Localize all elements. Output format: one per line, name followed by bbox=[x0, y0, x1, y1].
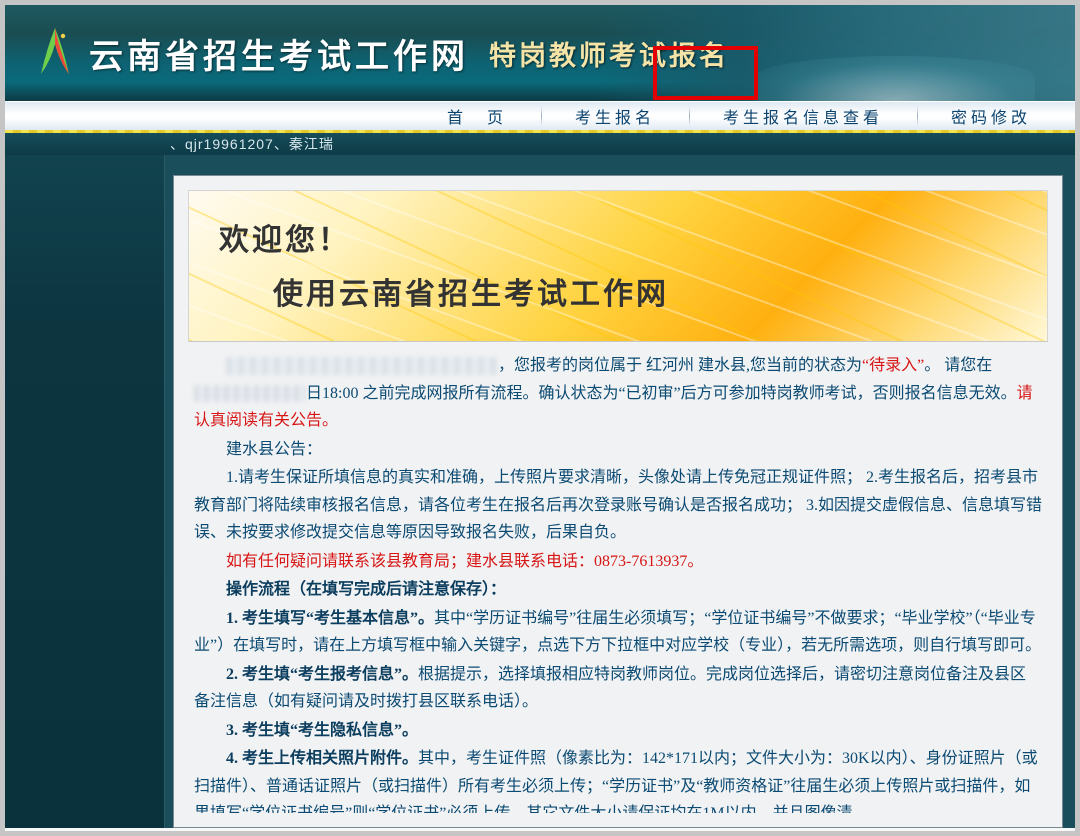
redacted-name bbox=[226, 357, 498, 375]
step-1: 1. 考生填写“考生基本信息”。其中“学历证书编号”往届生必须填写；“学位证书编… bbox=[194, 605, 1042, 660]
status-strip: 、qjr19961207、秦江瑞 bbox=[5, 131, 1075, 155]
step-3: 3. 考生填“考生隐私信息”。 bbox=[194, 717, 1042, 745]
contact-line: 如有任何疑问请联系该县教育局；建水县联系电话：0873-7613937。 bbox=[194, 548, 1042, 576]
logo-icon bbox=[35, 26, 75, 81]
nav-password[interactable]: 密码修改 bbox=[917, 102, 1065, 130]
notice-text: ，您报考的岗位属于 红河州 建水县,您当前的状态为“待录入”。 请您在日18:0… bbox=[188, 342, 1048, 813]
step-2: 2. 考生填“考生报考信息”。根据提示，选择填报相应特岗教师岗位。完成岗位选择后… bbox=[194, 661, 1042, 716]
notice-part2: 。 请您在 bbox=[924, 357, 992, 374]
welcome-line-2: 使用云南省招生考试工作网 bbox=[273, 269, 1017, 313]
nav-home[interactable]: 首 页 bbox=[413, 102, 541, 130]
redacted-date bbox=[194, 385, 306, 402]
notice-part1: ，您报考的岗位属于 红河州 建水县,您当前的状态为 bbox=[498, 357, 862, 374]
sidebar bbox=[5, 155, 165, 828]
welcome-banner: 欢迎您！ 使用云南省招生考试工作网 bbox=[188, 190, 1048, 342]
nav-bar: 首 页 考生报名 考生报名信息查看 密码修改 bbox=[5, 101, 1075, 131]
nav-view[interactable]: 考生报名信息查看 bbox=[689, 102, 917, 130]
main-column: 欢迎您！ 使用云南省招生考试工作网 ，您报考的岗位属于 红河州 建水县,您当前的… bbox=[165, 155, 1075, 828]
deadline-tail: 日18:00 之前完成网报所有流程。确认状态为“已初审”后方可参加特岗教师考试，… bbox=[306, 385, 1017, 402]
step-4: 4. 考生上传相关照片附件。其中，考生证件照（像素比为：142*171以内；文件… bbox=[194, 745, 1042, 813]
sub-title: 特岗教师考试报名 bbox=[489, 34, 729, 73]
nav-signup[interactable]: 考生报名 bbox=[541, 102, 689, 130]
status-value: 待录入 bbox=[869, 357, 917, 374]
county-head: 建水县公告： bbox=[194, 436, 1042, 464]
county-body: 1.请考生保证所填信息的真实和准确，上传照片要求清晰，头像处请上传免冠正规证件照… bbox=[194, 464, 1042, 547]
welcome-line-1: 欢迎您！ bbox=[219, 215, 1017, 259]
site-title: 云南省招生考试工作网 bbox=[89, 29, 469, 78]
content-frame: 欢迎您！ 使用云南省招生考试工作网 ，您报考的岗位属于 红河州 建水县,您当前的… bbox=[173, 175, 1063, 828]
header: 云南省招生考试工作网 特岗教师考试报名 bbox=[5, 5, 1075, 101]
main-layout: 欢迎您！ 使用云南省招生考试工作网 ，您报考的岗位属于 红河州 建水县,您当前的… bbox=[5, 155, 1075, 828]
proc-head: 操作流程（在填写完成后请注意保存）： bbox=[194, 576, 1042, 604]
